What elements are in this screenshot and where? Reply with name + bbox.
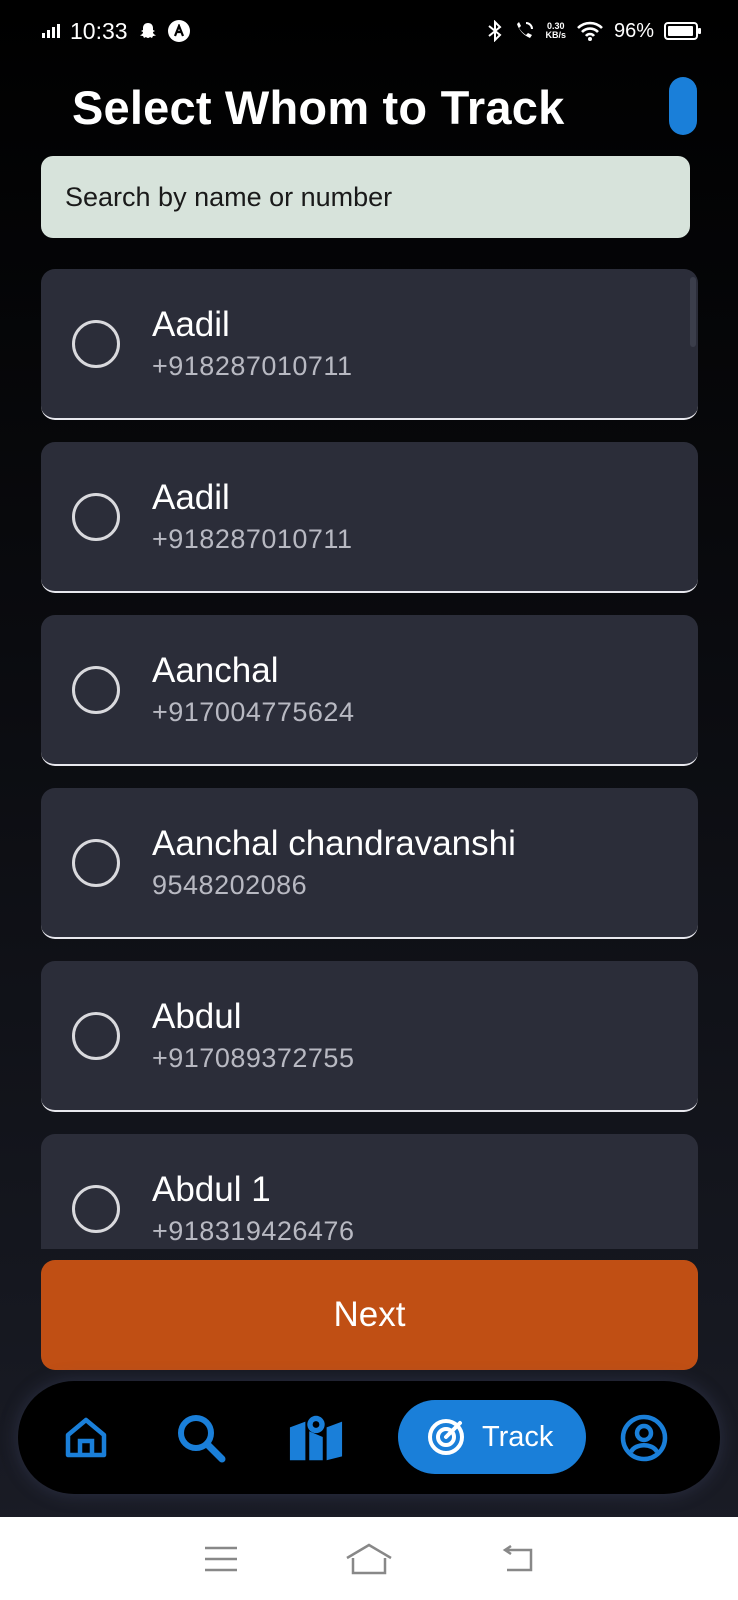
profile-icon xyxy=(620,1414,668,1461)
search-input[interactable] xyxy=(41,156,690,238)
contact-phone: 9548202086 xyxy=(152,870,308,900)
contact-phone: +917089372755 xyxy=(152,1043,355,1073)
contact-name: Aanchal chandravanshi xyxy=(152,824,516,863)
contact-phone: +917004775624 xyxy=(152,697,355,727)
search-icon xyxy=(178,1414,226,1462)
page-title: Select Whom to Track xyxy=(72,81,565,134)
bluetooth-icon xyxy=(488,20,502,42)
contact-item[interactable]: Aadil +918287010711 xyxy=(41,269,698,420)
app-notification-icon xyxy=(167,20,190,42)
radio-button[interactable] xyxy=(72,492,120,541)
page-scrollbar[interactable] xyxy=(669,77,697,135)
radio-button[interactable] xyxy=(72,1184,120,1233)
nav-track-label: Track xyxy=(482,1420,554,1453)
radio-button[interactable] xyxy=(72,319,120,368)
contact-name: Abdul xyxy=(152,997,242,1036)
contact-item[interactable]: Aanchal chandravanshi 9548202086 xyxy=(41,788,698,939)
nav-track[interactable]: Track xyxy=(398,1400,586,1474)
contact-phone: +918287010711 xyxy=(152,351,353,381)
battery-percentage: 96% xyxy=(613,19,654,42)
map-icon xyxy=(289,1415,343,1460)
home-nav-icon[interactable] xyxy=(344,1542,394,1576)
radar-icon xyxy=(428,1419,464,1455)
nav-search[interactable] xyxy=(173,1410,229,1466)
radio-button[interactable] xyxy=(72,665,120,714)
status-time: 10:33 xyxy=(70,17,128,44)
battery-icon xyxy=(664,22,701,40)
bottom-nav: Track xyxy=(18,1381,720,1494)
wifi-calling-icon xyxy=(517,22,534,38)
nav-profile[interactable] xyxy=(616,1410,672,1466)
next-button[interactable]: Next xyxy=(41,1260,698,1370)
nav-map[interactable] xyxy=(288,1410,344,1466)
contact-item[interactable]: Aadil +918287010711 xyxy=(41,442,698,593)
contact-phone: +918319426476 xyxy=(152,1216,355,1246)
home-icon xyxy=(65,1417,107,1457)
network-speed: 0.30 KB/s xyxy=(545,21,566,40)
signal-icon xyxy=(42,24,60,38)
contact-item[interactable]: Abdul +917089372755 xyxy=(41,961,698,1112)
contact-name: Aadil xyxy=(152,478,230,517)
contact-item[interactable]: Abdul 1 +918319426476 xyxy=(41,1134,698,1249)
contact-name: Abdul 1 xyxy=(152,1170,271,1209)
system-nav-bar xyxy=(0,1517,738,1600)
contact-name: Aadil xyxy=(152,305,230,344)
snapchat-icon xyxy=(139,23,156,38)
contact-name: Aanchal xyxy=(152,651,279,690)
radio-button[interactable] xyxy=(72,1011,120,1060)
contact-phone: +918287010711 xyxy=(152,524,353,554)
screen: 10:33 0.30 KB/s 96% Select Whom to Track… xyxy=(0,0,738,1600)
contact-item[interactable]: Aanchal +917004775624 xyxy=(41,615,698,766)
contact-list[interactable]: Aadil +918287010711 Aadil +918287010711 … xyxy=(41,269,698,1249)
status-bar: 10:33 0.30 KB/s 96% xyxy=(0,0,738,62)
list-scrollbar[interactable] xyxy=(690,277,696,347)
menu-icon[interactable] xyxy=(203,1545,239,1573)
radio-button[interactable] xyxy=(72,838,120,887)
back-icon[interactable] xyxy=(499,1544,535,1574)
nav-home[interactable] xyxy=(58,1410,114,1466)
wifi-icon xyxy=(577,21,603,41)
